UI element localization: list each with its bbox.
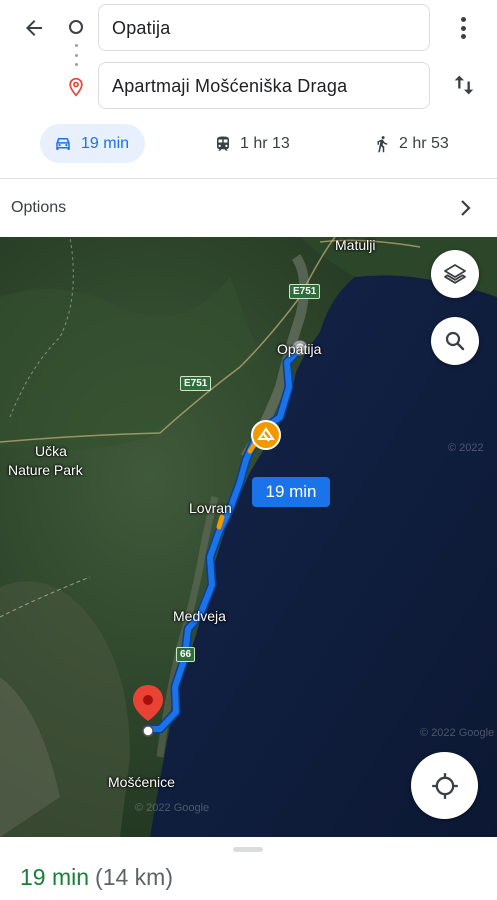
map-terrain (0, 237, 497, 837)
mode-walking-label: 2 hr 53 (399, 134, 449, 152)
route-summary: 19 min (14 km) (20, 864, 173, 891)
mode-driving-label: 19 min (81, 134, 130, 152)
watermark: © 2022 Google (135, 802, 210, 814)
place-label-ucka-line1: Učka (35, 443, 67, 459)
directions-header: Opatija Apartmaji Mošćeniška Draga 19 mi… (0, 0, 497, 178)
bottom-sheet[interactable]: 19 min (14 km) (0, 837, 497, 900)
place-label-moscenice: Mošćenice (108, 774, 175, 790)
route-time-bubble[interactable]: 19 min (252, 477, 330, 507)
train-icon (217, 136, 229, 151)
sheet-drag-handle[interactable] (233, 847, 263, 852)
place-label-lovran: Lovran (189, 500, 232, 516)
route-connector-dots (75, 44, 78, 66)
place-label-matulji: Matulji (335, 237, 376, 253)
mode-driving-tab[interactable]: 19 min (40, 124, 145, 163)
search-along-route-button[interactable] (431, 317, 479, 365)
back-arrow-icon (26, 20, 42, 36)
options-row[interactable]: Options (0, 178, 497, 237)
map-view[interactable]: Matulji Opatija Učka Nature Park Lovran … (0, 237, 497, 837)
mode-transit-label: 1 hr 13 (240, 134, 290, 152)
road-label-e751-top: E751 (289, 284, 321, 299)
car-icon (56, 137, 70, 150)
swap-directions-icon[interactable] (450, 70, 478, 100)
road-label-e751-mid: E751 (180, 376, 212, 391)
my-location-button[interactable] (411, 752, 478, 819)
watermark: © 2022 Google (420, 727, 495, 739)
search-icon (445, 331, 465, 351)
back-button[interactable] (18, 12, 50, 44)
options-label: Options (11, 199, 67, 216)
destination-input[interactable]: Apartmaji Mošćeniška Draga (98, 62, 430, 109)
mode-walking-tab[interactable]: 2 hr 53 (373, 124, 473, 163)
watermark: © 2022 (448, 442, 484, 454)
origin-circle-icon (69, 20, 83, 34)
route-duration: 19 min (20, 864, 90, 890)
route-distance: (14 km) (95, 864, 173, 890)
chevron-right-icon (461, 200, 471, 216)
place-label-medveja: Medveja (173, 608, 226, 624)
layers-icon (444, 264, 466, 284)
mode-transit-tab[interactable]: 1 hr 13 (214, 124, 314, 163)
place-label-ucka-line2: Nature Park (8, 462, 83, 478)
road-label-66: 66 (176, 647, 196, 662)
more-options-icon[interactable] (452, 14, 474, 42)
place-label-opatija: Opatija (277, 341, 322, 357)
origin-input[interactable]: Opatija (98, 4, 430, 51)
crosshair-icon (431, 772, 458, 799)
walk-icon (377, 135, 388, 152)
destination-pin-icon (69, 77, 83, 97)
layers-button[interactable] (431, 250, 479, 298)
